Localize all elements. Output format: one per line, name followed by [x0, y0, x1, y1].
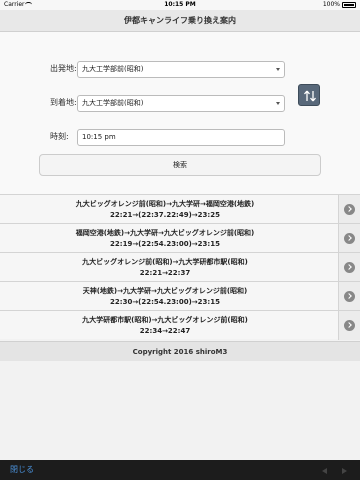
battery-icon [342, 2, 356, 8]
result-arrow-column[interactable] [338, 224, 360, 253]
result-route: 九大ビッグオレンジ前(昭和)→九大学研→福岡空港(地鉄) [75, 200, 255, 208]
status-time: 10:15 PM [164, 1, 196, 8]
status-bar: Carrier 10:15 PM 100% [0, 0, 360, 10]
result-route: 九大ビッグオレンジ前(昭和)→九大学研都市駅(昭和) [82, 258, 248, 266]
departure-select[interactable]: 九大工学部前(昭和) [77, 61, 285, 78]
result-row[interactable]: 天神(地鉄)→九大学研→九大ビッグオレンジ前(昭和) 22:30→(22:54.… [0, 281, 360, 311]
result-arrow-column[interactable] [338, 253, 360, 282]
result-times: 22:21→(22:37.22:49)→23:25 [110, 211, 220, 219]
result-route: 天神(地鉄)→九大学研→九大ビッグオレンジ前(昭和) [82, 287, 248, 295]
chevron-down-icon [276, 68, 280, 71]
result-row[interactable]: 福岡空港(地鉄)→九大学研→九大ビッグオレンジ前(昭和) 22:19→(22:5… [0, 223, 360, 253]
result-row[interactable]: 九大学研都市駅(昭和)→九大ビッグオレンジ前(昭和) 22:34→22:47 [0, 310, 360, 340]
chevron-right-icon [344, 233, 355, 244]
departure-label: 出発地: [50, 64, 77, 73]
result-times: 22:34→22:47 [139, 327, 191, 335]
arrival-value: 九大工学部前(昭和) [82, 99, 144, 107]
arrival-select[interactable]: 九大工学部前(昭和) [77, 95, 285, 112]
result-times: 22:21→22:37 [139, 269, 191, 277]
swap-stations-button[interactable] [298, 84, 320, 106]
result-route: 九大学研都市駅(昭和)→九大ビッグオレンジ前(昭和) [82, 316, 248, 324]
page-title: 伊都キャンライフ乗り換え案内 [0, 10, 360, 32]
search-form: 出発地: 九大工学部前(昭和) 到着地: 九大工学部前(昭和) 時刻: 10:1… [0, 32, 360, 194]
time-field[interactable]: 10:15 pm [77, 129, 285, 146]
chevron-down-icon [276, 102, 280, 105]
time-value: 10:15 pm [82, 133, 116, 141]
copyright-footer: Copyright 2016 shiroM3 [0, 341, 360, 361]
battery-percentage: 100% [322, 1, 340, 8]
departure-value: 九大工学部前(昭和) [82, 65, 144, 73]
arrival-label: 到着地: [50, 98, 77, 107]
chevron-right-icon [344, 204, 355, 215]
chevron-right-icon [344, 291, 355, 302]
close-button[interactable]: 閉じる [10, 460, 34, 480]
result-arrow-column[interactable] [338, 311, 360, 340]
result-row[interactable]: 九大ビッグオレンジ前(昭和)→九大学研都市駅(昭和) 22:21→22:37 [0, 252, 360, 282]
back-arrow-icon[interactable] [322, 468, 327, 474]
result-times: 22:30→(22:54.23:00)→23:15 [110, 298, 220, 306]
chevron-right-icon [344, 262, 355, 273]
result-arrow-column[interactable] [338, 282, 360, 311]
result-row[interactable]: 九大ビッグオレンジ前(昭和)→九大学研→福岡空港(地鉄) 22:21→(22:3… [0, 194, 360, 224]
time-label: 時刻: [50, 132, 69, 141]
forward-arrow-icon[interactable] [342, 468, 347, 474]
result-arrow-column[interactable] [338, 195, 360, 224]
search-button[interactable]: 検索 [39, 154, 321, 176]
results-list: 九大ビッグオレンジ前(昭和)→九大学研→福岡空港(地鉄) 22:21→(22:3… [0, 194, 360, 340]
chevron-right-icon [344, 320, 355, 331]
bottom-toolbar: 閉じる [0, 460, 360, 480]
result-times: 22:19→(22:54.23:00)→23:15 [110, 240, 220, 248]
result-route: 福岡空港(地鉄)→九大学研→九大ビッグオレンジ前(昭和) [75, 229, 255, 237]
swap-icon [304, 90, 316, 102]
